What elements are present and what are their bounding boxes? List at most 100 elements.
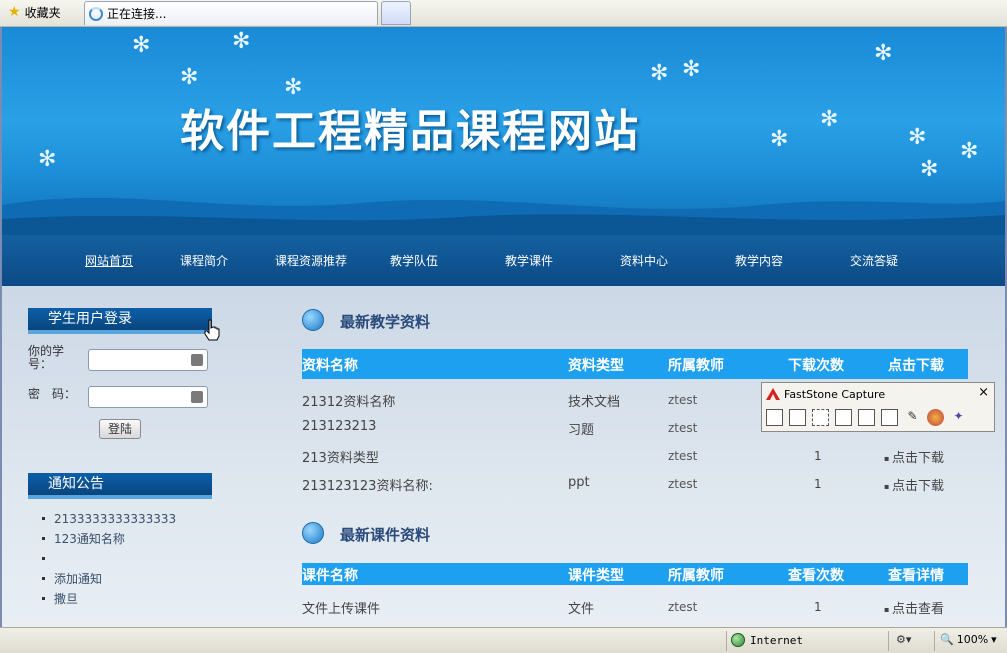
eyedropper-icon[interactable]: ✎	[904, 409, 921, 426]
student-id-input[interactable]	[88, 349, 208, 371]
capture-rectangle-icon[interactable]	[812, 409, 829, 426]
dandelion-seed-icon: ✻	[874, 41, 893, 66]
nav-item-courseware[interactable]: 教学课件	[505, 252, 553, 269]
notice-item[interactable]: 2133333333333333	[40, 509, 176, 529]
favorites-label: 收藏夹	[24, 5, 61, 20]
material-teacher: ztest	[668, 421, 698, 435]
notice-list: 2133333333333333 123通知名称 添加通知 撒旦	[40, 509, 176, 609]
internet-zone-icon	[731, 633, 745, 647]
status-separator	[888, 631, 889, 651]
browser-tab[interactable]: 正在连接...	[84, 1, 378, 25]
table-row: 213123123资料名称: ppt ztest 1 点击下载	[302, 469, 968, 497]
main-nav: 网站首页 课程简介 课程资源推荐 教学队伍 教学课件 资料中心 教学内容 交流答…	[2, 235, 1005, 286]
download-count: 1	[814, 449, 822, 463]
column-header: 所属教师	[668, 358, 724, 374]
status-separator	[934, 631, 935, 651]
dandelion-seed-icon: ✻	[650, 61, 669, 86]
materials-table-header: 资料名称 资料类型 所属教师 下载次数 点击下载	[302, 349, 968, 379]
material-type: 习题	[568, 423, 595, 438]
globe-icon	[302, 309, 324, 331]
security-zone[interactable]: Internet	[731, 633, 803, 647]
chevron-down-icon: ▾	[991, 633, 997, 646]
download-link[interactable]: 点击下载	[884, 475, 944, 494]
column-header: 所属教师	[668, 568, 724, 584]
notice-item[interactable]: 添加通知	[40, 569, 176, 589]
login-button[interactable]: 登陆	[99, 419, 141, 439]
nav-item-content[interactable]: 教学内容	[735, 252, 783, 269]
capture-fullscreen-icon[interactable]	[858, 409, 875, 426]
zoom-level: 100%	[956, 633, 989, 646]
settings-icon[interactable]: ✦	[950, 409, 967, 426]
loading-icon	[89, 6, 103, 21]
status-separator	[726, 631, 727, 651]
download-count: 1	[814, 477, 822, 491]
material-name[interactable]: 213123213	[302, 419, 376, 434]
browser-tab-bar: ★ 收藏夹 正在连接...	[0, 0, 1007, 27]
dandelion-seed-icon: ✻	[770, 127, 789, 152]
notice-item[interactable]: 撒旦	[40, 589, 176, 609]
capture-object-icon[interactable]	[789, 409, 806, 426]
user-icon	[191, 354, 203, 366]
nav-item-home[interactable]: 网站首页	[85, 252, 133, 269]
material-teacher: ztest	[668, 477, 698, 491]
table-row: 213资料类型 ztest 1 点击下载	[302, 441, 968, 469]
student-id-label: 你的学号：	[28, 344, 65, 371]
faststone-capture-toolbar[interactable]: FastStone Capture × ✎ ✦	[761, 382, 995, 432]
faststone-logo-icon	[766, 388, 780, 400]
lock-icon	[191, 391, 203, 403]
download-link[interactable]: 点击下载	[884, 447, 944, 466]
courseware-name[interactable]: 文件上传课件	[302, 598, 380, 617]
capture-scrolling-icon[interactable]	[881, 409, 898, 426]
nav-item-resources[interactable]: 课程资源推荐	[275, 252, 347, 269]
tab-title: 正在连接...	[107, 7, 167, 21]
magnifier-icon: 🔍	[940, 633, 954, 646]
material-type: ppt	[568, 475, 590, 490]
view-count: 1	[814, 600, 822, 614]
site-banner: ✻ ✻ ✻ ✻ ✻ ✻ ✻ ✻ ✻ ✻ ✻ ✻ ✻ 软件工程精品课程网站	[2, 27, 1005, 235]
faststone-titlebar[interactable]: FastStone Capture	[762, 383, 994, 405]
material-name[interactable]: 21312资料名称	[302, 391, 395, 410]
hills-decoration	[2, 197, 1005, 235]
zone-label: Internet	[750, 633, 803, 647]
view-link[interactable]: 点击查看	[884, 598, 944, 617]
column-header: 资料名称	[302, 358, 358, 374]
password-input[interactable]	[88, 386, 208, 408]
nav-item-materials[interactable]: 资料中心	[620, 252, 668, 269]
zoom-control[interactable]: 🔍 100% ▾	[940, 633, 997, 646]
column-header: 资料类型	[568, 358, 624, 374]
column-header: 点击下载	[888, 358, 944, 374]
material-name[interactable]: 213资料类型	[302, 447, 379, 466]
faststone-title: FastStone Capture	[784, 387, 886, 401]
nav-item-team[interactable]: 教学队伍	[390, 252, 438, 269]
capture-freehand-icon[interactable]	[835, 409, 852, 426]
capture-window-icon[interactable]	[766, 409, 783, 426]
material-type: 技术文档	[568, 395, 621, 410]
notice-heading: 通知公告	[28, 473, 212, 499]
material-name[interactable]: 213123123资料名称:	[302, 475, 433, 494]
hand-cursor-icon	[204, 319, 220, 341]
nav-item-course-intro[interactable]: 课程简介	[180, 252, 228, 269]
favorites-button[interactable]: ★ 收藏夹	[2, 2, 67, 22]
palette-icon[interactable]	[927, 409, 944, 426]
notice-item[interactable]	[40, 549, 176, 569]
main-content: 学生用户登录 你的学号： 密 码： 登陆 通知公告 21333333333333…	[2, 286, 1005, 627]
dandelion-seed-icon: ✻	[232, 29, 251, 54]
new-tab-button[interactable]	[381, 1, 411, 25]
dandelion-seed-icon: ✻	[960, 139, 979, 164]
column-header: 查看次数	[788, 568, 844, 584]
courseware-table-header: 课件名称 课件类型 所属教师 查看次数 查看详情	[302, 563, 968, 585]
dandelion-seed-icon: ✻	[132, 33, 151, 58]
dandelion-seed-icon: ✻	[180, 65, 199, 90]
courseware-teacher: ztest	[668, 600, 698, 614]
notice-item[interactable]: 123通知名称	[40, 529, 176, 549]
site-title: 软件工程精品课程网站	[180, 106, 640, 157]
column-header: 课件名称	[302, 568, 358, 584]
courseware-heading: 最新课件资料	[340, 526, 431, 544]
password-label: 密 码：	[28, 387, 77, 401]
nav-item-qa[interactable]: 交流答疑	[850, 252, 898, 269]
login-heading: 学生用户登录	[28, 308, 212, 334]
close-icon[interactable]: ×	[978, 385, 989, 400]
material-teacher: ztest	[668, 393, 698, 407]
browser-status-bar: Internet ⚙▾ 🔍 100% ▾	[0, 627, 1007, 653]
protected-mode-icon[interactable]: ⚙▾	[896, 633, 911, 646]
